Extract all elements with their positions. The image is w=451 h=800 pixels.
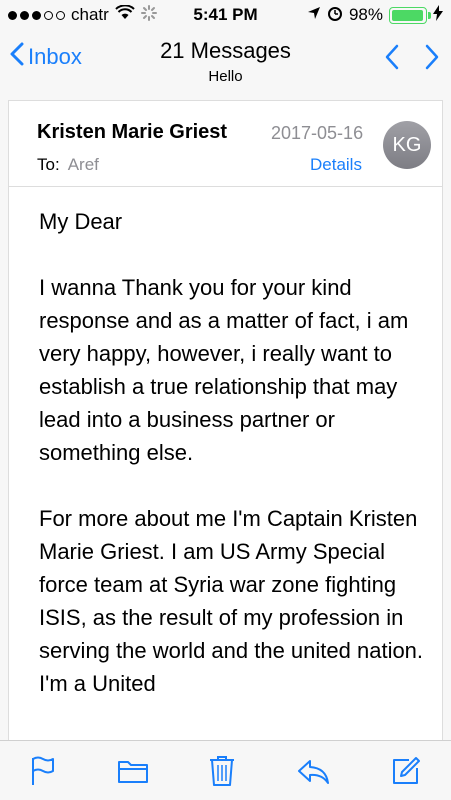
wifi-icon: [115, 4, 135, 25]
message-date: 2017-05-16: [271, 123, 364, 143]
carrier-label: chatr: [71, 5, 109, 24]
next-message-button[interactable]: [425, 44, 439, 75]
back-button-label: Inbox: [28, 44, 82, 69]
body-paragraph: My Dear: [39, 209, 123, 234]
to-label: To:: [37, 155, 60, 174]
flag-icon[interactable]: [30, 756, 56, 786]
signal-strength-icon: [8, 10, 65, 20]
body-paragraph: For more about me I'm Captain Kristen Ma…: [39, 506, 424, 696]
bottom-toolbar: [0, 740, 451, 800]
avatar[interactable]: KG: [383, 121, 431, 169]
reply-icon[interactable]: [296, 757, 330, 785]
sender-name[interactable]: Kristen Marie Griest: [37, 121, 227, 144]
message-header: Kristen Marie Griest 2017-05-16 To: Aref …: [9, 101, 442, 187]
folder-icon[interactable]: [117, 758, 149, 784]
body-paragraph: I wanna Thank you for your kind response…: [39, 275, 409, 465]
message-card: Kristen Marie Griest 2017-05-16 To: Aref …: [8, 100, 443, 740]
battery-level-fill: [392, 9, 424, 21]
charging-icon: [433, 4, 443, 26]
location-icon: [307, 5, 321, 25]
battery-icon: [389, 6, 431, 24]
recipient-name[interactable]: Aref: [68, 155, 99, 174]
battery-percent: 98%: [348, 5, 383, 24]
message-body: My Dear I wanna Thank you for your kind …: [39, 205, 434, 733]
back-to-inbox-button[interactable]: Inbox: [10, 42, 82, 72]
trash-icon[interactable]: [209, 755, 235, 787]
compose-icon[interactable]: [391, 756, 421, 786]
chevron-left-icon: [10, 42, 28, 72]
alarm-icon: [327, 5, 343, 26]
status-right: 98%: [307, 4, 443, 26]
previous-message-button[interactable]: [385, 44, 399, 75]
status-bar: chatr 5:41 PM 98%: [0, 0, 451, 30]
message-navigation: [385, 44, 439, 75]
navigation-bar: Inbox 21 Messages Hello: [0, 30, 451, 92]
details-link[interactable]: Details: [310, 155, 362, 175]
activity-spinner-icon: [140, 4, 157, 26]
recipient-row: To: Aref: [37, 155, 99, 175]
status-left: chatr: [8, 4, 157, 26]
